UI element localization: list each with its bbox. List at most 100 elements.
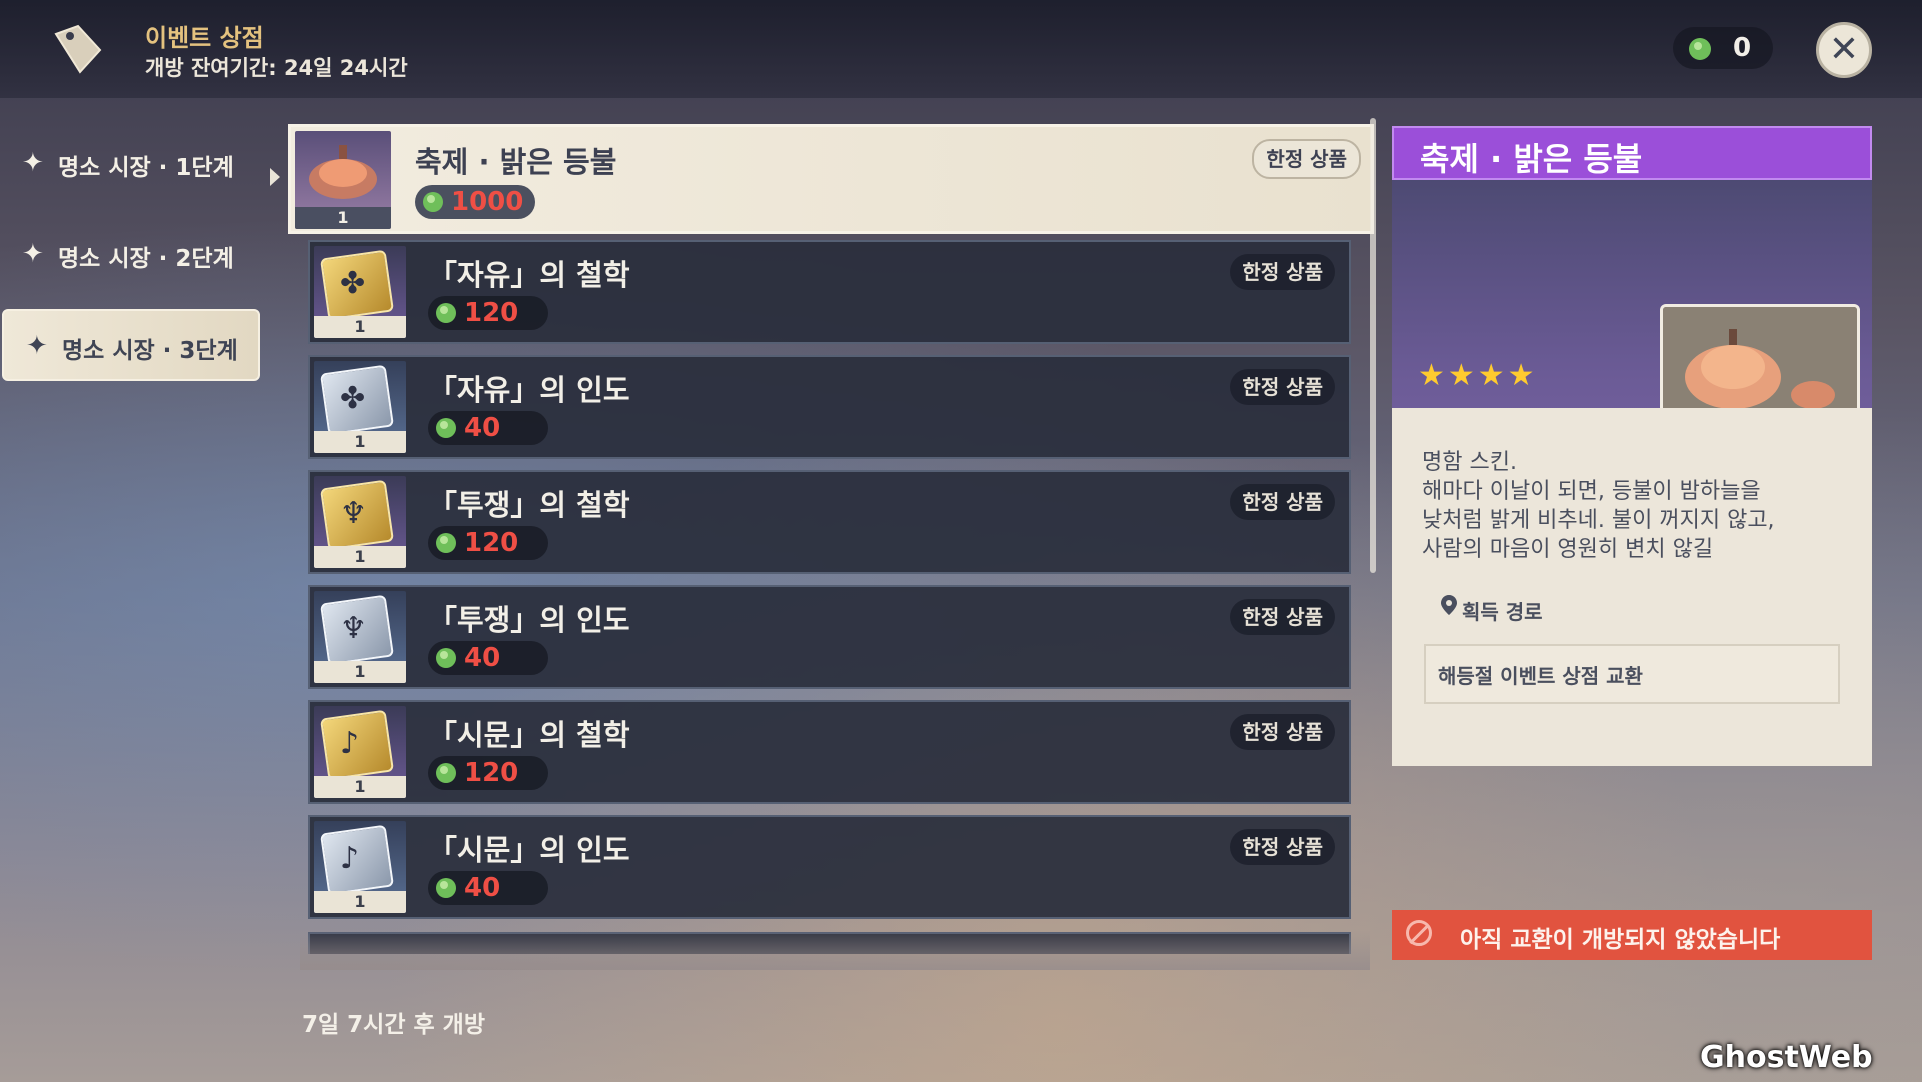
item-name: 「자유」의 철학	[428, 258, 630, 292]
price-value: 120	[464, 528, 519, 558]
shop-item-resistance-guide[interactable]: ♆ 1 「투쟁」의 인도 40 한정 상품	[308, 585, 1351, 689]
top-bar	[0, 0, 1922, 98]
exchange-unavailable-button[interactable]: 아직 교환이 개방되지 않았습니다	[1392, 910, 1872, 960]
item-detail-panel: 축제 · 밝은 등불 ★★★★ 명함 스킨. 해마다 이날이 되면, 등불이 밤…	[1392, 126, 1872, 766]
item-quantity: 1	[314, 891, 406, 913]
green-lantern-coin-icon	[436, 763, 456, 783]
shop-item-freedom-philosophy[interactable]: ✤ 1 「자유」의 철학 120 한정 상품	[308, 240, 1351, 344]
currency-value: 0	[1733, 33, 1752, 63]
item-price: 120	[428, 296, 548, 330]
limited-badge: 한정 상품	[1230, 484, 1335, 520]
detail-body: 명함 스킨. 해마다 이날이 되면, 등불이 밤하늘을 낮처럼 밝게 비추네. …	[1392, 408, 1872, 766]
limited-badge: 한정 상품	[1230, 254, 1335, 290]
item-price: 40	[428, 641, 548, 675]
tab-arrow-icon	[270, 168, 280, 186]
item-price: 40	[428, 411, 548, 445]
item-price: 40	[428, 871, 548, 905]
close-button[interactable]: ✕	[1816, 22, 1872, 78]
shop-item-resistance-philosophy[interactable]: ♆ 1 「투쟁」의 철학 120 한정 상품	[308, 470, 1351, 574]
lantern-icon: 1	[295, 131, 391, 229]
open-countdown: 7일 7시간 후 개방	[302, 1012, 485, 1038]
green-lantern-coin-icon	[423, 192, 443, 212]
desc-line: 사람의 마음이 영원히 변치 않길	[1422, 537, 1714, 562]
list-scrollbar[interactable]	[1370, 118, 1376, 573]
ballad-symbol-icon: ♪	[340, 841, 360, 876]
tab-market-stage-3[interactable]: ✦ 명소 시장 · 3단계	[2, 309, 260, 381]
silver-book-icon: ♪ 1	[314, 821, 406, 913]
item-name: 「투쟁」의 인도	[428, 603, 630, 637]
close-icon: ✕	[1828, 29, 1860, 70]
list-fade	[300, 930, 1370, 970]
green-lantern-coin-icon	[436, 648, 456, 668]
ballad-symbol-icon: ♪	[340, 726, 360, 761]
freedom-symbol-icon: ✤	[340, 381, 366, 416]
item-quantity: 1	[314, 316, 406, 338]
source-value: 해등절 이벤트 상점 교환	[1438, 664, 1643, 688]
green-lantern-coin-icon	[436, 533, 456, 553]
item-quantity: 1	[314, 431, 406, 453]
price-value: 40	[464, 873, 501, 903]
currency-counter: 0	[1673, 27, 1773, 69]
desc-line: 명함 스킨.	[1422, 450, 1517, 475]
remaining-time: 개방 잔여기간: 24일 24시간	[145, 56, 408, 80]
gold-book-icon: ♪ 1	[314, 706, 406, 798]
sparkle-icon: ✦	[22, 239, 44, 269]
resistance-symbol-icon: ♆	[340, 496, 367, 531]
freedom-symbol-icon: ✤	[340, 266, 366, 301]
prohibited-icon	[1406, 920, 1432, 946]
green-lantern-coin-icon	[436, 878, 456, 898]
price-value: 40	[464, 643, 501, 673]
item-quantity: 1	[314, 546, 406, 568]
item-name: 「시문」의 철학	[428, 718, 630, 752]
item-quantity: 1	[314, 661, 406, 683]
source-label-text: 획득 경로	[1462, 600, 1543, 624]
green-lantern-coin-icon	[436, 303, 456, 323]
shop-title: 이벤트 상점	[145, 24, 264, 52]
item-name: 축제 · 밝은 등불	[415, 145, 617, 179]
item-name: 「투쟁」의 철학	[428, 488, 630, 522]
price-value: 120	[464, 298, 519, 328]
silver-book-icon: ♆ 1	[314, 591, 406, 683]
resistance-symbol-icon: ♆	[340, 611, 367, 646]
location-pin-icon	[1441, 595, 1457, 615]
gold-book-icon: ✤ 1	[314, 246, 406, 338]
item-price: 120	[428, 756, 548, 790]
item-quantity: 1	[295, 207, 391, 229]
item-name: 「자유」의 인도	[428, 373, 630, 407]
green-lantern-coin-icon	[1689, 38, 1711, 60]
detail-header: 축제 · 밝은 등불	[1392, 126, 1872, 180]
source-label: 획득 경로	[1432, 595, 1543, 625]
limited-badge: 한정 상품	[1230, 829, 1335, 865]
desc-line: 해마다 이날이 되면, 등불이 밤하늘을	[1422, 479, 1761, 504]
source-entry[interactable]: 해등절 이벤트 상점 교환	[1424, 644, 1840, 704]
shop-tag-icon	[54, 24, 102, 74]
shop-item-festive-lantern[interactable]: 1 축제 · 밝은 등불 1000 한정 상품	[288, 124, 1374, 234]
detail-description: 명함 스킨. 해마다 이날이 되면, 등불이 밤하늘을 낮처럼 밝게 비추네. …	[1422, 448, 1852, 564]
desc-line: 낮처럼 밝게 비추네. 불이 꺼지지 않고,	[1422, 508, 1775, 533]
limited-badge: 한정 상품	[1230, 599, 1335, 635]
price-value: 1000	[451, 187, 524, 217]
detail-title: 축제 · 밝은 등불	[1420, 140, 1643, 178]
limited-badge: 한정 상품	[1230, 369, 1335, 405]
item-quantity: 1	[314, 776, 406, 798]
item-name: 「시문」의 인도	[428, 833, 630, 867]
tab-market-stage-2[interactable]: ✦ 명소 시장 · 2단계	[0, 219, 255, 287]
shop-item-freedom-guide[interactable]: ✤ 1 「자유」의 인도 40 한정 상품	[308, 355, 1351, 459]
item-price: 120	[428, 526, 548, 560]
limited-badge: 한정 상품	[1230, 714, 1335, 750]
shop-item-ballad-philosophy[interactable]: ♪ 1 「시문」의 철학 120 한정 상품	[308, 700, 1351, 804]
shop-item-ballad-guide[interactable]: ♪ 1 「시문」의 인도 40 한정 상품	[308, 815, 1351, 919]
sparkle-icon: ✦	[22, 148, 44, 178]
tab-market-stage-1[interactable]: ✦ 명소 시장 · 1단계	[0, 128, 255, 196]
tab-label: 명소 시장 · 1단계	[58, 155, 234, 181]
price-value: 120	[464, 758, 519, 788]
tab-label: 명소 시장 · 3단계	[62, 338, 238, 364]
silver-book-icon: ✤ 1	[314, 361, 406, 453]
warning-text: 아직 교환이 개방되지 않았습니다	[1460, 927, 1781, 953]
limited-badge: 한정 상품	[1252, 139, 1361, 179]
green-lantern-coin-icon	[436, 418, 456, 438]
rarity-stars: ★★★★	[1418, 358, 1538, 393]
watermark: GhostWeb	[1700, 1040, 1873, 1075]
sparkle-icon: ✦	[26, 331, 48, 361]
item-price: 1000	[415, 185, 535, 219]
